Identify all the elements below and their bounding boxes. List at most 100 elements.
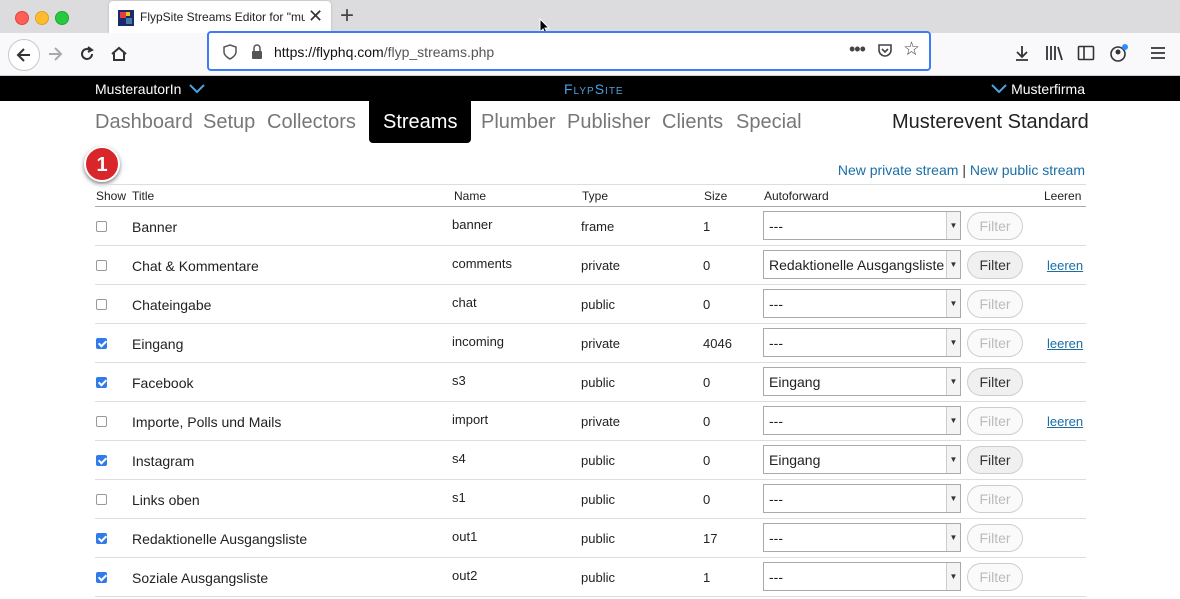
bookmark-star-icon[interactable]: ☆ xyxy=(903,38,920,61)
leeren-link[interactable]: leeren xyxy=(1047,414,1083,429)
show-checkbox[interactable] xyxy=(96,377,107,388)
filter-button[interactable]: Filter xyxy=(967,446,1023,474)
back-arrow-icon xyxy=(16,48,30,62)
show-checkbox[interactable] xyxy=(96,533,107,544)
new-public-stream-link[interactable]: New public stream xyxy=(970,162,1085,178)
back-button[interactable] xyxy=(8,39,40,71)
table-row: Importe, Polls und Mails import private 0 --… xyxy=(95,402,1086,441)
menu-plumber[interactable]: Plumber xyxy=(481,111,555,134)
stream-size: 0 xyxy=(703,453,711,468)
stream-size: 1 xyxy=(703,570,711,585)
autoforward-select[interactable]: --- ▼ xyxy=(763,328,961,357)
browser-tab[interactable]: FlypSite Streams Editor for "mu ✕ xyxy=(109,1,331,33)
table-row: Chat & Kommentare comments private 0 Redakti… xyxy=(95,246,1086,285)
stream-type: private xyxy=(581,336,621,351)
pocket-icon[interactable] xyxy=(877,43,893,59)
lock-icon[interactable] xyxy=(251,44,263,60)
filter-button[interactable]: Filter xyxy=(967,290,1023,318)
shield-icon[interactable] xyxy=(223,44,237,60)
stream-type: public xyxy=(581,570,615,585)
account-icon[interactable] xyxy=(1109,43,1129,63)
show-checkbox[interactable] xyxy=(96,416,107,427)
sidebar-icon[interactable] xyxy=(1077,44,1095,62)
dropdown-arrow-icon: ▼ xyxy=(946,524,960,551)
window-close-button[interactable] xyxy=(15,11,29,25)
autoforward-select[interactable]: Redaktionelle Ausgangsliste ▼ xyxy=(763,250,961,279)
brand-logo[interactable]: FlypSite xyxy=(564,81,624,97)
forward-button[interactable] xyxy=(40,39,70,69)
dropdown-arrow-icon: ▼ xyxy=(946,290,960,317)
tab-close-icon[interactable]: ✕ xyxy=(308,6,323,27)
show-checkbox[interactable] xyxy=(96,260,107,271)
autoforward-select[interactable]: --- ▼ xyxy=(763,406,961,435)
menu-clients[interactable]: Clients xyxy=(662,111,723,134)
page-actions-icon[interactable]: ••• xyxy=(849,39,866,60)
company-menu[interactable]: Musterfirma xyxy=(991,81,1085,97)
dropdown-arrow-icon: ▼ xyxy=(946,368,960,395)
address-bar[interactable]: https://flyphq.com/flyp_streams.php ••• … xyxy=(207,31,931,71)
table-body: Banner banner frame 1 --- ▼ Filter Chat & Komme… xyxy=(95,207,1086,597)
new-private-stream-link[interactable]: New private stream xyxy=(838,162,959,178)
show-checkbox[interactable] xyxy=(96,221,107,232)
stream-type: private xyxy=(581,414,621,429)
stream-name: out2 xyxy=(452,568,478,583)
filter-button[interactable]: Filter xyxy=(967,563,1023,591)
dropdown-arrow-icon: ▼ xyxy=(946,251,960,278)
leeren-link[interactable]: leeren xyxy=(1047,258,1083,273)
stream-title: Facebook xyxy=(132,375,194,391)
menu-special[interactable]: Special xyxy=(736,111,802,134)
autoforward-value: --- xyxy=(769,530,783,546)
chevron-down-icon xyxy=(189,84,205,94)
filter-button[interactable]: Filter xyxy=(967,329,1023,357)
autoforward-select[interactable]: Eingang ▼ xyxy=(763,445,961,474)
dropdown-arrow-icon: ▼ xyxy=(946,485,960,512)
user-menu[interactable]: MusterautorIn xyxy=(95,81,205,97)
new-tab-button[interactable]: + xyxy=(340,2,354,30)
stream-type: frame xyxy=(581,219,615,234)
filter-button[interactable]: Filter xyxy=(967,407,1023,435)
autoforward-select[interactable]: --- ▼ xyxy=(763,289,961,318)
show-checkbox[interactable] xyxy=(96,338,107,349)
table-row: Chateingabe chat public 0 --- ▼ Filter xyxy=(95,285,1086,324)
dropdown-arrow-icon: ▼ xyxy=(946,563,960,590)
show-checkbox[interactable] xyxy=(96,494,107,505)
menu-dashboard[interactable]: Dashboard xyxy=(95,111,193,134)
show-checkbox[interactable] xyxy=(96,572,107,583)
autoforward-select[interactable]: --- ▼ xyxy=(763,211,961,240)
table-header: Show Title Name Type Size Autoforward Le… xyxy=(95,184,1086,207)
table-row: Redaktionelle Ausgangsliste out1 public 17 -… xyxy=(95,519,1086,558)
menu-collectors[interactable]: Collectors xyxy=(267,111,356,134)
table-row: Facebook s3 public 0 Eingang ▼ Filter xyxy=(95,363,1086,402)
show-checkbox[interactable] xyxy=(96,455,107,466)
autoforward-select[interactable]: --- ▼ xyxy=(763,523,961,552)
menu-streams[interactable]: Streams xyxy=(369,101,472,143)
library-icon[interactable] xyxy=(1045,44,1065,62)
reload-button[interactable] xyxy=(72,39,102,69)
leeren-link[interactable]: leeren xyxy=(1047,336,1083,351)
link-separator: | xyxy=(962,162,966,178)
hamburger-menu-icon[interactable] xyxy=(1150,45,1166,61)
window-maximize-button[interactable] xyxy=(55,11,69,25)
filter-button[interactable]: Filter xyxy=(967,368,1023,396)
stream-size: 0 xyxy=(703,492,711,507)
downloads-icon[interactable] xyxy=(1013,44,1031,62)
header-type: Type xyxy=(582,189,609,203)
show-checkbox[interactable] xyxy=(96,299,107,310)
autoforward-select[interactable]: --- ▼ xyxy=(763,562,961,591)
stream-name: s4 xyxy=(452,451,466,466)
filter-button[interactable]: Filter xyxy=(967,485,1023,513)
streams-table: Show Title Name Type Size Autoforward Le… xyxy=(95,184,1086,597)
stream-name: incoming xyxy=(452,334,505,349)
new-stream-links: New private stream | New public stream xyxy=(838,162,1085,178)
table-row: Soziale Ausgangsliste out2 public 1 --- ▼ Filt… xyxy=(95,558,1086,597)
menu-publisher[interactable]: Publisher xyxy=(567,111,650,134)
autoforward-select[interactable]: --- ▼ xyxy=(763,484,961,513)
stream-title: Importe, Polls und Mails xyxy=(132,414,282,430)
filter-button[interactable]: Filter xyxy=(967,212,1023,240)
window-minimize-button[interactable] xyxy=(35,11,49,25)
filter-button[interactable]: Filter xyxy=(967,524,1023,552)
home-button[interactable] xyxy=(104,39,134,69)
autoforward-select[interactable]: Eingang ▼ xyxy=(763,367,961,396)
filter-button[interactable]: Filter xyxy=(967,251,1023,279)
menu-setup[interactable]: Setup xyxy=(203,111,255,134)
